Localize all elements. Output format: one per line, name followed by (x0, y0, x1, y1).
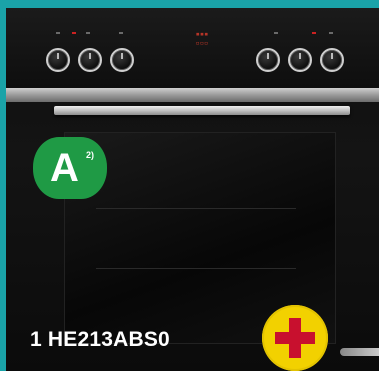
control-knob (78, 48, 102, 72)
control-knob (288, 48, 312, 72)
indicator-mark (274, 32, 278, 34)
add-button[interactable] (262, 305, 328, 371)
control-knob (46, 48, 70, 72)
product-model: 1 HE213ABS0 (30, 328, 170, 351)
plus-icon (275, 332, 315, 344)
indicator-mark (86, 32, 90, 34)
oven-rack (96, 208, 296, 209)
indicator-mark (72, 32, 76, 34)
indicator-mark (119, 32, 123, 34)
steel-strip (6, 88, 379, 102)
oven-rack (96, 268, 296, 269)
indicator-mark (329, 32, 333, 34)
energy-footnote-marker: 2) (86, 150, 95, 160)
control-knob (320, 48, 344, 72)
oven-display: ▪▪▪ ▫▫▫ (195, 30, 209, 47)
energy-class-letter: A (50, 146, 79, 190)
control-knob (256, 48, 280, 72)
control-panel: ▪▪▪ ▫▫▫ (6, 8, 379, 88)
indicator-mark (312, 32, 316, 34)
control-knob (110, 48, 134, 72)
indicator-mark (56, 32, 60, 34)
cooktop-edge (340, 348, 379, 356)
oven-door-handle (54, 106, 350, 115)
